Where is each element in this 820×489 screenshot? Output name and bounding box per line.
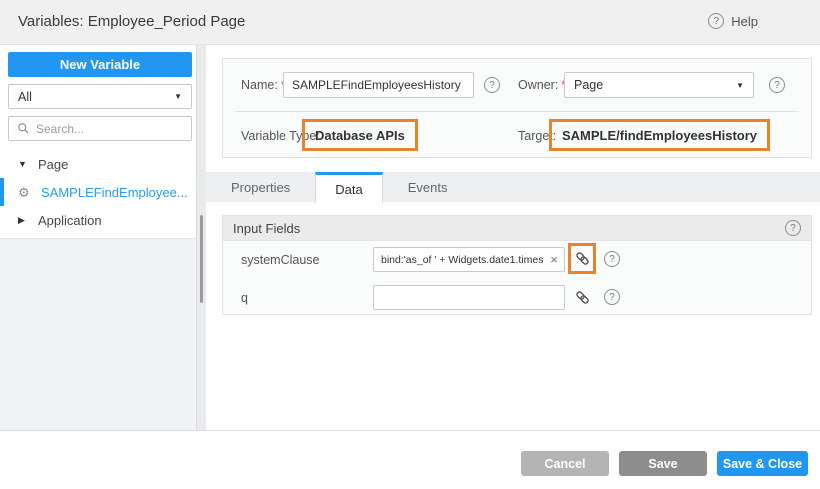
dialog-header: Variables: Employee_Period Page ? Help — [0, 0, 820, 45]
input-fields-header: Input Fields ? — [223, 216, 811, 241]
sidebar-divider — [196, 45, 206, 430]
name-help-circle-icon[interactable]: ? — [484, 77, 500, 93]
variable-detail-panel: Name:* ? Owner:* Page ▼ ? Variable Type:… — [206, 45, 820, 430]
tree-node-variable-label: SAMPLEFindEmployee... — [41, 185, 188, 200]
variables-dialog: Variables: Employee_Period Page ? Help N… — [0, 0, 820, 489]
owner-select[interactable]: Page ▼ — [564, 72, 754, 98]
link-icon — [575, 290, 590, 305]
sidebar-scrollbar[interactable] — [200, 215, 203, 303]
search-icon — [17, 122, 30, 135]
search-box — [8, 116, 192, 141]
link-icon — [575, 251, 590, 266]
name-input[interactable] — [283, 72, 474, 98]
dialog-footer: Cancel Save Save & Close — [0, 430, 820, 489]
owner-value: Page — [574, 78, 603, 92]
tab-events[interactable]: Events — [383, 172, 473, 202]
search-input[interactable] — [36, 122, 183, 136]
target-value: SAMPLE/findEmployeesHistory — [562, 128, 757, 143]
systemclause-help-circle-icon[interactable]: ? — [604, 251, 620, 267]
owner-help-circle-icon[interactable]: ? — [769, 77, 785, 93]
variable-info-panel: Name:* ? Owner:* Page ▼ ? Variable Type:… — [222, 58, 812, 158]
save-close-button[interactable]: Save & Close — [717, 451, 808, 476]
q-bind-button[interactable] — [574, 289, 590, 305]
target-annotation-highlight: SAMPLE/findEmployeesHistory — [549, 119, 770, 151]
variable-filter-value: All — [18, 90, 32, 104]
q-label: q — [241, 291, 248, 305]
tab-data[interactable]: Data — [315, 172, 382, 203]
bind-button-annotation-highlight — [568, 243, 596, 274]
help-button[interactable]: ? Help — [708, 13, 758, 29]
variable-type-annotation-highlight: Database APIs — [302, 119, 418, 151]
tree-node-application-label: Application — [38, 213, 102, 228]
tree-node-page-label: Page — [38, 157, 68, 172]
tree-node-application[interactable]: ▶ Application — [0, 206, 196, 234]
name-label: Name:* — [241, 78, 286, 92]
systemclause-bind-button[interactable] — [574, 251, 590, 267]
chevron-down-icon: ▼ — [174, 92, 182, 101]
caret-down-icon[interactable]: ▼ — [18, 160, 29, 169]
save-button[interactable]: Save — [619, 451, 707, 476]
new-variable-button[interactable]: New Variable — [8, 52, 192, 77]
chevron-down-icon: ▼ — [736, 81, 744, 90]
detail-tabs: Properties Data Events — [206, 172, 820, 202]
service-variable-icon: ⚙ — [18, 186, 32, 199]
systemclause-label: systemClause — [241, 253, 320, 267]
panel-divider — [235, 111, 799, 112]
tab-properties[interactable]: Properties — [206, 172, 315, 202]
variable-type-value: Database APIs — [315, 128, 405, 143]
page-title: Variables: Employee_Period Page — [18, 13, 245, 30]
clear-icon[interactable]: × — [546, 253, 562, 266]
variable-filter-select[interactable]: All ▼ — [8, 84, 192, 109]
variables-sidebar: New Variable All ▼ ▼ Page ⚙ SAMPLEFindEm… — [0, 45, 196, 430]
cancel-button[interactable]: Cancel — [521, 451, 609, 476]
input-fields-panel: Input Fields ? systemClause × — [222, 215, 812, 315]
variables-tree: ▼ Page ⚙ SAMPLEFindEmployee... ▶ Applica… — [0, 150, 196, 234]
owner-label: Owner:* — [518, 78, 566, 92]
tree-node-variable-selected[interactable]: ⚙ SAMPLEFindEmployee... — [0, 178, 196, 206]
systemclause-input[interactable] — [374, 254, 546, 266]
q-field — [373, 285, 565, 310]
help-label: Help — [731, 14, 758, 29]
help-icon: ? — [708, 13, 724, 29]
q-help-circle-icon[interactable]: ? — [604, 289, 620, 305]
systemclause-field: × — [373, 247, 565, 272]
tree-node-page[interactable]: ▼ Page — [0, 150, 196, 178]
input-fields-title: Input Fields — [233, 221, 300, 236]
caret-right-icon[interactable]: ▶ — [18, 216, 29, 225]
q-input[interactable] — [374, 292, 564, 304]
sidebar-empty-area — [0, 238, 196, 430]
input-fields-help-circle-icon[interactable]: ? — [785, 220, 801, 236]
